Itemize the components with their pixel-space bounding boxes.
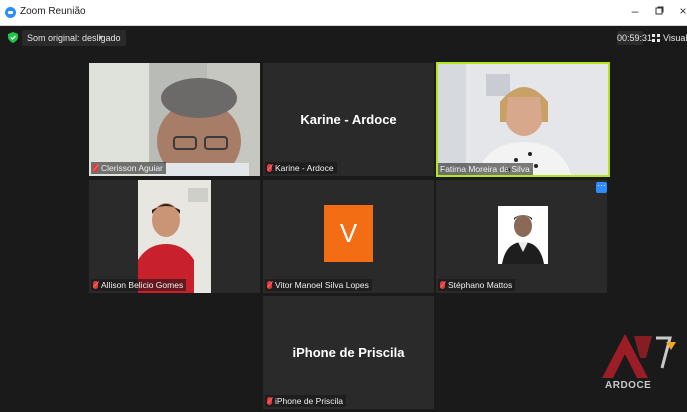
zoom-app-icon xyxy=(5,7,16,18)
participant-tile[interactable]: Karine - Ardoce Karine - Ardoce xyxy=(263,63,434,176)
view-button-label: Visualizar xyxy=(663,33,687,43)
participant-name-text: Vitor Manoel Silva Lopes xyxy=(275,280,369,290)
participant-tile[interactable]: Stéphano Mattos xyxy=(436,180,607,293)
participant-name-text: Allison Belicio Gomes xyxy=(101,280,184,290)
meeting-toolbar: Som original: desligado ▾ xyxy=(0,26,687,51)
mic-muted-icon xyxy=(93,164,98,172)
window-titlebar: Zoom Reunião – × xyxy=(0,0,687,26)
participant-name: iPhone de Priscila xyxy=(265,395,347,407)
original-sound-button[interactable]: Som original: desligado xyxy=(22,30,126,46)
participant-tile[interactable]: iPhone de Priscila iPhone de Priscila xyxy=(263,296,434,409)
participant-name-text: Stéphano Mattos xyxy=(448,280,513,290)
close-icon[interactable]: × xyxy=(675,4,687,18)
participant-name: Clerisson Aguiar xyxy=(91,162,166,174)
participant-display-name: iPhone de Priscila xyxy=(292,345,405,360)
watermark-text: ARDOCE xyxy=(605,380,652,391)
more-options-button[interactable]: ··· xyxy=(596,181,607,193)
participant-name-text: Fatima Moreira da Silva xyxy=(440,164,530,174)
participant-name-text: Clerisson Aguiar xyxy=(101,163,163,173)
mic-muted-icon xyxy=(267,164,272,172)
participant-video xyxy=(138,180,211,293)
participant-name: Allison Belicio Gomes xyxy=(91,279,187,291)
participant-video xyxy=(498,206,548,264)
participant-display-name: Karine - Ardoce xyxy=(300,112,397,127)
participant-avatar: V xyxy=(324,205,373,262)
shield-icon[interactable] xyxy=(8,32,18,43)
participant-name: Stéphano Mattos xyxy=(438,279,516,291)
participant-name-text: iPhone de Priscila xyxy=(275,396,344,406)
participant-name: Karine - Ardoce xyxy=(265,162,337,174)
mic-muted-icon xyxy=(93,281,98,289)
maximize-icon[interactable] xyxy=(651,4,667,18)
participant-tile[interactable]: Allison Belicio Gomes xyxy=(89,180,260,293)
grid-view-icon xyxy=(652,34,660,42)
participant-tile[interactable]: V Vitor Manoel Silva Lopes xyxy=(263,180,434,293)
ardoce-logo xyxy=(602,334,676,378)
participant-name: Fatima Moreira da Silva xyxy=(438,163,533,175)
minimize-icon[interactable]: – xyxy=(627,4,643,18)
mic-muted-icon xyxy=(440,281,445,289)
mic-muted-icon xyxy=(267,397,272,405)
chevron-down-icon[interactable]: ▾ xyxy=(95,30,107,46)
participant-video xyxy=(436,62,610,177)
window-title: Zoom Reunião xyxy=(20,6,86,17)
mic-muted-icon xyxy=(267,281,272,289)
participant-video xyxy=(89,63,260,176)
participant-tile[interactable]: Clerisson Aguiar xyxy=(89,63,260,176)
participant-name-text: Karine - Ardoce xyxy=(275,163,334,173)
participant-name: Vitor Manoel Silva Lopes xyxy=(265,279,372,291)
meeting-timer: 00:59:31 xyxy=(617,31,653,45)
participant-tile-active-speaker[interactable]: Fatima Moreira da Silva xyxy=(436,62,610,177)
view-button[interactable]: Visualizar xyxy=(652,31,687,45)
